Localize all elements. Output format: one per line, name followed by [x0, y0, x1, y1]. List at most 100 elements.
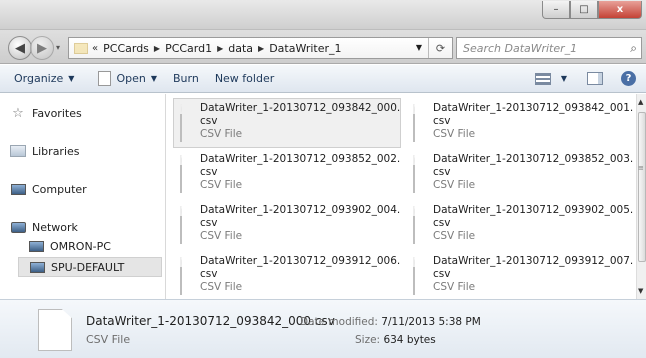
sidebar-item-label: Favorites — [32, 106, 82, 120]
open-button[interactable]: Open ▼ — [82, 65, 165, 92]
back-button[interactable]: ◀ — [8, 36, 32, 60]
address-dropdown-icon[interactable]: ▼ — [416, 43, 422, 52]
file-type: CSV File — [200, 281, 243, 293]
csv-file-icon — [413, 104, 415, 142]
navigation-pane: ☆ Favorites Libraries Computer Network O… — [0, 94, 166, 299]
maximize-button[interactable]: □ — [570, 1, 598, 19]
file-item[interactable]: DataWriter_1-20130712_093842_000. csv CS… — [173, 98, 401, 148]
file-size: Size: 634 bytes — [355, 334, 436, 346]
search-placeholder: Search DataWriter_1 — [463, 41, 578, 55]
date-modified-label: Date modified: — [300, 316, 378, 328]
csv-file-icon — [413, 257, 415, 295]
file-type: CSV File — [433, 128, 476, 140]
address-bar[interactable]: « PCCards ▶ PCCard1 ▶ data ▶ DataWriter_… — [68, 37, 453, 59]
window-controls: – □ x — [542, 1, 642, 19]
file-extension: csv — [200, 217, 218, 229]
chevron-down-icon[interactable]: ▼ — [151, 74, 157, 83]
file-item[interactable]: DataWriter_1-20130712_093852_002. csv CS… — [174, 150, 402, 200]
file-name: DataWriter_1-20130712_093852_002. — [200, 153, 401, 165]
file-item[interactable]: DataWriter_1-20130712_093902_004. csv CS… — [174, 201, 402, 251]
scrollbar-grip-icon: ≡ — [638, 164, 644, 172]
file-item[interactable]: DataWriter_1-20130712_093912_007. csv CS… — [407, 252, 635, 302]
file-name: DataWriter_1-20130712_093902_004. — [200, 204, 401, 216]
sidebar-item-label: Network — [32, 220, 78, 234]
selected-file-type: CSV File — [86, 333, 131, 346]
breadcrumb-datawriter1[interactable]: DataWriter_1 — [269, 42, 341, 55]
breadcrumb-pccard1[interactable]: PCCard1 — [165, 42, 212, 55]
organize-label: Organize — [14, 72, 64, 85]
computer-icon — [10, 182, 26, 196]
sidebar-item-label: Libraries — [32, 144, 80, 158]
search-icon[interactable]: ⌕ — [630, 41, 637, 56]
forward-button[interactable]: ▶ — [30, 36, 54, 60]
burn-label: Burn — [172, 72, 199, 85]
date-modified: Date modified: 7/11/2013 5:38 PM — [300, 316, 481, 328]
csv-file-icon — [413, 206, 415, 244]
file-name: DataWriter_1-20130712_093912_007. — [433, 255, 634, 267]
sidebar-item-label: Computer — [32, 182, 87, 196]
computer-icon — [28, 239, 44, 253]
csv-file-icon — [38, 309, 72, 351]
close-button[interactable]: x — [598, 1, 642, 19]
file-extension: csv — [200, 166, 218, 178]
file-name: DataWriter_1-20130712_093842_001. — [433, 102, 634, 114]
sidebar-item-favorites[interactable]: ☆ Favorites — [10, 105, 82, 121]
breadcrumb-data[interactable]: data — [228, 42, 253, 55]
star-icon: ☆ — [12, 105, 24, 121]
size-label: Size: — [355, 334, 381, 346]
help-icon[interactable]: ? — [621, 71, 636, 86]
file-list: DataWriter_1-20130712_093842_000. csv CS… — [167, 94, 646, 299]
size-value: 634 bytes — [383, 334, 436, 346]
csv-file-icon — [180, 155, 182, 193]
burn-button[interactable]: Burn — [165, 65, 207, 92]
file-item[interactable]: DataWriter_1-20130712_093852_003. csv CS… — [407, 150, 635, 200]
details-pane: DataWriter_1-20130712_093842_000.csv CSV… — [0, 299, 646, 358]
file-item[interactable]: DataWriter_1-20130712_093842_001. csv CS… — [407, 99, 635, 149]
title-bar: – □ x — [0, 0, 646, 30]
csv-file-icon — [180, 257, 182, 295]
sidebar-item-omron-pc[interactable]: OMRON-PC — [28, 239, 111, 253]
csv-file-icon — [180, 206, 182, 244]
file-item[interactable]: DataWriter_1-20130712_093912_006. csv CS… — [174, 252, 402, 302]
scroll-up-icon[interactable]: ▲ — [638, 98, 643, 106]
file-item[interactable]: DataWriter_1-20130712_093902_005. csv CS… — [407, 201, 635, 251]
open-label: Open — [116, 72, 146, 85]
file-type: CSV File — [200, 128, 243, 140]
network-icon — [10, 220, 26, 234]
vertical-scrollbar[interactable]: ▲ ≡ ▼ — [636, 94, 646, 299]
search-input[interactable]: Search DataWriter_1 ⌕ — [456, 37, 642, 59]
file-extension: csv — [433, 268, 451, 280]
sidebar-item-network[interactable]: Network — [10, 220, 78, 234]
new-folder-button[interactable]: New folder — [207, 65, 282, 92]
file-extension: csv — [200, 268, 218, 280]
preview-pane-icon[interactable] — [587, 72, 603, 85]
scroll-down-icon[interactable]: ▼ — [638, 287, 643, 295]
change-view-icon[interactable] — [534, 72, 551, 85]
file-extension: csv — [433, 217, 451, 229]
sidebar-item-label: SPU-DEFAULT — [51, 260, 125, 274]
breadcrumb-separator-icon[interactable]: ▶ — [217, 44, 223, 53]
sidebar-item-spu-default[interactable]: SPU-DEFAULT — [18, 257, 162, 277]
date-modified-value: 7/11/2013 5:38 PM — [381, 316, 481, 328]
new-folder-label: New folder — [214, 72, 275, 85]
chevron-down-icon: ▼ — [68, 74, 75, 83]
breadcrumb-separator-icon[interactable]: ▶ — [154, 44, 160, 53]
address-overflow-button[interactable]: « — [92, 43, 98, 54]
breadcrumb-separator-icon[interactable]: ▶ — [258, 44, 264, 53]
chevron-down-icon[interactable]: ▼ — [561, 74, 567, 83]
sidebar-item-computer[interactable]: Computer — [10, 182, 87, 196]
selected-file-name: DataWriter_1-20130712_093842_000.csv — [86, 314, 335, 328]
refresh-icon: ⟳ — [435, 41, 446, 55]
sidebar-item-label: OMRON-PC — [50, 239, 111, 253]
computer-icon — [29, 260, 45, 274]
scrollbar-thumb[interactable] — [638, 112, 646, 262]
breadcrumb-pccards[interactable]: PCCards — [103, 42, 149, 55]
address-row: ◀ ▶ ▾ « PCCards ▶ PCCard1 ▶ data ▶ DataW… — [0, 30, 646, 64]
minimize-button[interactable]: – — [542, 1, 570, 19]
refresh-button[interactable]: ⟳ — [428, 38, 452, 58]
organize-button[interactable]: Organize ▼ — [6, 65, 82, 92]
file-extension: csv — [200, 115, 218, 127]
recent-pages-dropdown-icon[interactable]: ▾ — [56, 43, 60, 52]
file-extension: csv — [433, 115, 451, 127]
sidebar-item-libraries[interactable]: Libraries — [10, 144, 80, 158]
